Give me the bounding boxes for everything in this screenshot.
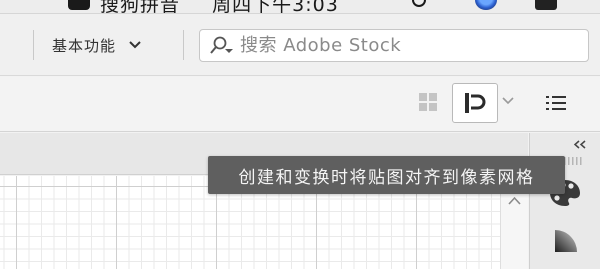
- application-bar: 基本功能: [0, 14, 600, 76]
- siri-icon[interactable]: [475, 0, 497, 10]
- chevron-down-icon: [129, 41, 141, 49]
- workspace-label: 基本功能: [52, 36, 117, 55]
- gradient-icon[interactable]: [553, 228, 579, 254]
- snap-options-chevron-icon[interactable]: [502, 97, 514, 105]
- snap-to-pixel-icon: [465, 93, 486, 113]
- align-grid-icon[interactable]: [418, 92, 438, 112]
- input-method-label: 搜狗拼音: [100, 0, 181, 14]
- tooltip-text: 创建和变换时将贴图对齐到像素网格: [238, 167, 535, 188]
- divider: [183, 30, 184, 60]
- macos-menu-bar: 搜狗拼音 周四下午3:03: [0, 0, 600, 14]
- illustrator-window: 搜狗拼音 周四下午3:03 基本功能 搜索 Adobe Stock 创建和变换时…: [0, 0, 600, 269]
- collapse-double-chevron-icon[interactable]: [573, 140, 587, 149]
- scroll-up-chevron-icon[interactable]: [508, 196, 521, 205]
- stock-search-input[interactable]: [240, 31, 580, 60]
- panel-grip-icon[interactable]: [562, 156, 584, 166]
- snap-to-pixel-button[interactable]: [452, 83, 498, 123]
- search-icon: [210, 36, 233, 54]
- menu-bar-clock[interactable]: 周四下午3:03: [212, 0, 339, 13]
- divider: [33, 30, 34, 60]
- list-icon[interactable]: [545, 94, 567, 112]
- adobe-stock-search[interactable]: [199, 29, 589, 62]
- input-method-icon[interactable]: [68, 0, 90, 10]
- tooltip: 创建和变换时将贴图对齐到像素网格: [208, 156, 565, 194]
- spotlight-search-icon[interactable]: [412, 0, 426, 7]
- workspace-switcher[interactable]: 基本功能: [52, 33, 142, 57]
- control-center-icon[interactable]: [535, 0, 557, 10]
- menu-bar-text: 搜狗拼音 周四下午3:03: [100, 0, 339, 14]
